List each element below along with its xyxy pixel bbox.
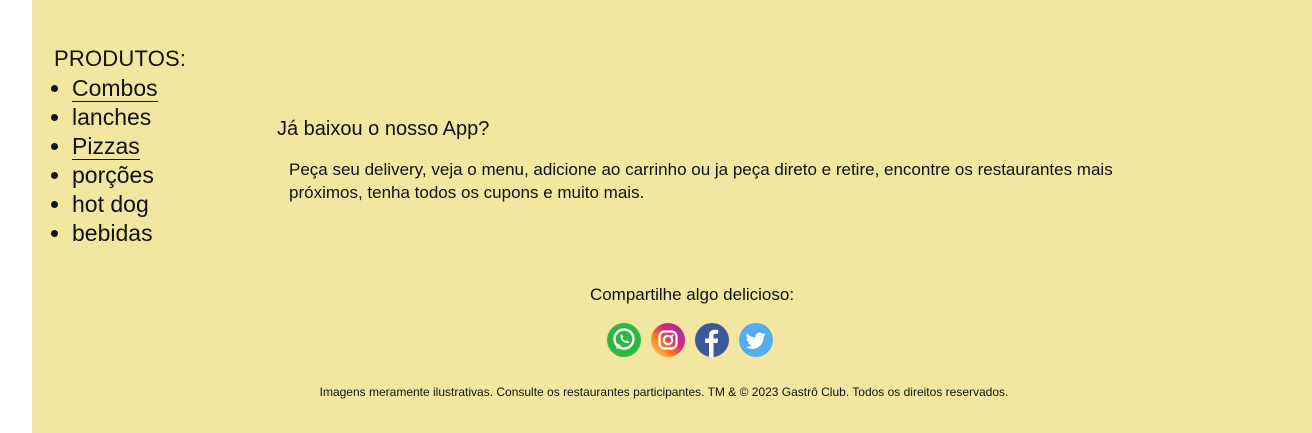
list-item: lanches	[72, 103, 186, 132]
product-link-porcoes[interactable]: porções	[72, 162, 154, 188]
instagram-icon[interactable]	[650, 322, 686, 358]
twitter-icon[interactable]	[738, 322, 774, 358]
product-link-lanches[interactable]: lanches	[72, 104, 151, 130]
whatsapp-icon[interactable]	[606, 322, 642, 358]
app-promo-text: Peça seu delivery, veja o menu, adicione…	[289, 160, 1113, 202]
copyright-text: Imagens meramente ilustrativas. Consulte…	[319, 385, 1009, 399]
product-link-pizzas[interactable]: Pizzas	[72, 133, 140, 160]
share-title: Compartilhe algo delicioso:	[589, 285, 795, 304]
products-section: PRODUTOS: Combos lanches Pizzas porções …	[54, 46, 186, 248]
product-link-bebidas[interactable]: bebidas	[72, 220, 153, 246]
social-icons	[606, 322, 774, 358]
products-list: Combos lanches Pizzas porções hot dog be…	[54, 74, 186, 248]
list-item: bebidas	[72, 219, 186, 248]
list-item: hot dog	[72, 190, 186, 219]
product-link-hot-dog[interactable]: hot dog	[72, 191, 149, 217]
product-link-combos[interactable]: Combos	[72, 75, 158, 102]
app-promo-title: Já baixou o nosso App?	[277, 118, 490, 140]
products-title: PRODUTOS:	[54, 46, 187, 71]
list-item: Combos	[72, 74, 186, 103]
list-item: Pizzas	[72, 132, 186, 161]
facebook-icon[interactable]	[694, 322, 730, 358]
list-item: porções	[72, 161, 186, 190]
site-footer: PRODUTOS: Combos lanches Pizzas porções …	[32, 0, 1312, 433]
